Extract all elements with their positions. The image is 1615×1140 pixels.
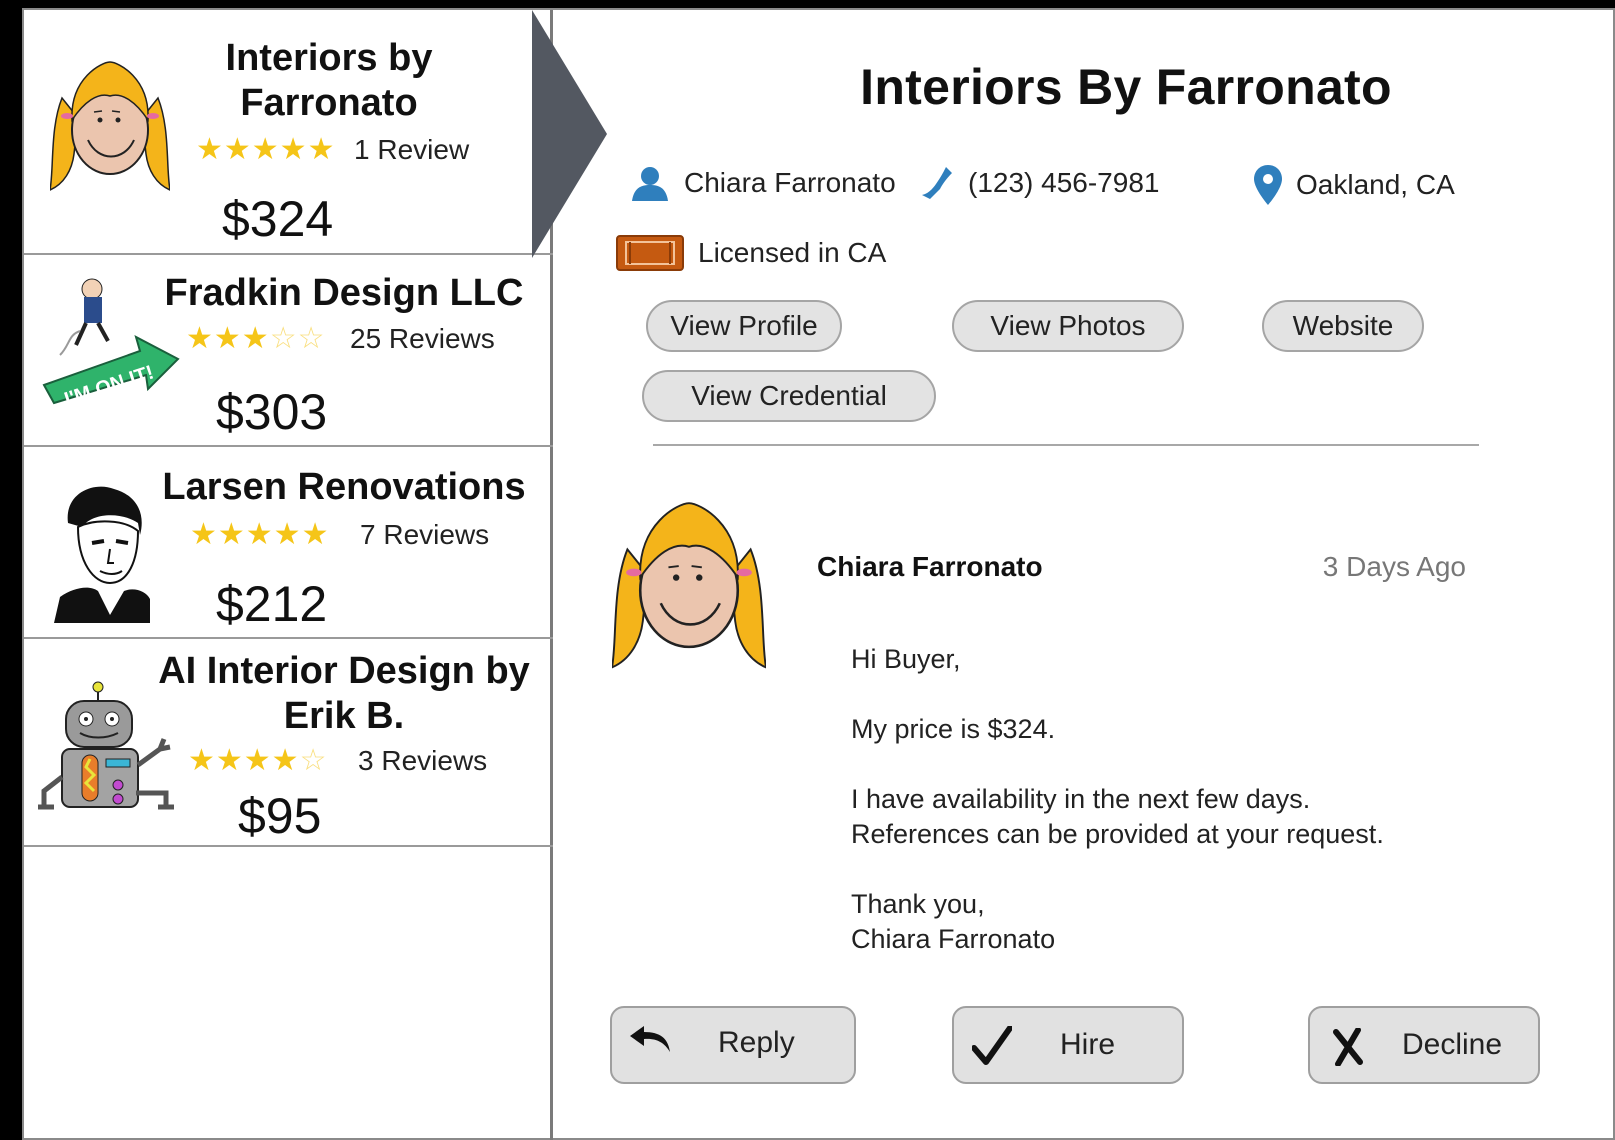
pro-name: Interiors by Farronato bbox=[225, 37, 433, 124]
review-count: 3 Reviews bbox=[358, 745, 488, 776]
app-window: Interiors by Farronato ★★★★★ 1 Review $3… bbox=[22, 8, 1615, 1140]
reply-label: Reply bbox=[718, 1026, 795, 1059]
star-rating: ★★★☆☆ bbox=[186, 322, 326, 355]
person-icon bbox=[632, 167, 668, 201]
checkmark-icon bbox=[972, 1026, 1012, 1065]
price: $95 bbox=[238, 788, 322, 844]
location-text: Oakland, CA bbox=[1296, 169, 1455, 200]
review-count: 25 Reviews bbox=[350, 323, 495, 354]
view-photos-button[interactable]: View Photos bbox=[952, 300, 1184, 352]
list-item[interactable]: I'M ON IT! Fradkin Design LLC ★★★☆☆ 25 R… bbox=[24, 255, 553, 447]
message-time: 3 Days Ago bbox=[1322, 551, 1466, 582]
contact-name: Chiara Farronato bbox=[630, 165, 896, 201]
contact-location: Oakland, CA bbox=[1254, 165, 1455, 205]
man-portrait-avatar-icon bbox=[54, 483, 154, 628]
pro-name: AI Interior Design by Erik B. bbox=[158, 650, 530, 737]
message-line: My price is $324. bbox=[851, 714, 1056, 744]
girl-avatar-icon bbox=[49, 58, 171, 203]
phone-icon bbox=[922, 167, 952, 199]
message-line: Thank you, bbox=[851, 889, 985, 919]
pro-name: Fradkin Design LLC bbox=[164, 272, 524, 314]
price: $303 bbox=[216, 384, 328, 440]
review-count: 1 Review bbox=[354, 134, 470, 165]
divider bbox=[653, 444, 1479, 446]
hire-button[interactable]: Hire bbox=[952, 1006, 1184, 1084]
license-text: Licensed in CA bbox=[698, 237, 887, 268]
message-line: Hi Buyer, bbox=[851, 644, 961, 674]
decline-button[interactable]: Decline bbox=[1308, 1006, 1540, 1084]
pro-list: Interiors by Farronato ★★★★★ 1 Review $3… bbox=[24, 10, 553, 1140]
decline-label: Decline bbox=[1402, 1028, 1503, 1061]
contact-name-text: Chiara Farronato bbox=[684, 167, 896, 198]
x-mark-icon bbox=[1333, 1028, 1363, 1066]
star-rating: ★★★★★ bbox=[196, 133, 336, 166]
message-line: Chiara Farronato bbox=[851, 924, 1056, 954]
star-rating: ★★★★☆ bbox=[188, 744, 328, 777]
hire-label: Hire bbox=[1060, 1028, 1116, 1061]
phone-text: (123) 456-7981 bbox=[968, 167, 1160, 198]
reply-icon bbox=[630, 1026, 670, 1052]
view-profile-button[interactable]: View Profile bbox=[646, 300, 842, 352]
website-button[interactable]: Website bbox=[1262, 300, 1424, 352]
pro-name: Larsen Renovations bbox=[162, 466, 526, 508]
message-sender: Chiara Farronato bbox=[817, 551, 1043, 582]
list-item[interactable]: Larsen Renovations ★★★★★ 7 Reviews $212 bbox=[24, 447, 553, 639]
pro-detail: Interiors By Farronato Chiara Farronato … bbox=[556, 10, 1615, 1140]
contact-phone[interactable]: (123) 456-7981 bbox=[920, 165, 1159, 201]
map-pin-icon bbox=[1254, 165, 1282, 205]
list-item[interactable]: AI Interior Design by Erik B. ★★★★☆ 3 Re… bbox=[24, 639, 553, 847]
view-credential-button[interactable]: View Credential bbox=[642, 370, 936, 422]
license-icon bbox=[616, 235, 684, 271]
reply-button[interactable]: Reply bbox=[610, 1006, 856, 1084]
license-info: Licensed in CA bbox=[616, 235, 886, 271]
price: $324 bbox=[222, 191, 334, 247]
sender-avatar-icon bbox=[610, 498, 768, 675]
review-count: 7 Reviews bbox=[360, 519, 490, 550]
page-title: Interiors By Farronato bbox=[860, 59, 1392, 115]
message-line: References can be provided at your reque… bbox=[851, 819, 1384, 849]
list-item[interactable]: Interiors by Farronato ★★★★★ 1 Review $3… bbox=[24, 10, 553, 255]
price: $212 bbox=[216, 576, 328, 632]
star-rating: ★★★★★ bbox=[190, 518, 330, 551]
message-line: I have availability in the next few days… bbox=[851, 784, 1311, 814]
